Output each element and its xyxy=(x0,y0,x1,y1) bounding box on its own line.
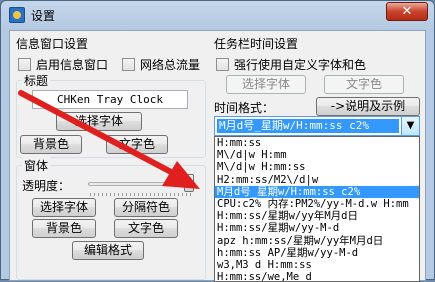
transparency-slider-track[interactable] xyxy=(88,182,196,186)
transparency-slider-ticks xyxy=(90,193,194,196)
taskbar-text-color-button[interactable]: 文字色 xyxy=(324,75,404,94)
force-custom-font-checkbox[interactable] xyxy=(216,58,229,71)
time-format-option[interactable]: H2:mm:ss/M2\/d|w xyxy=(215,174,419,186)
help-examples-button[interactable]: ->说明及示例 xyxy=(316,97,420,116)
transparency-slider-thumb[interactable] xyxy=(184,174,194,192)
separator-color-button[interactable]: 分隔符色 xyxy=(114,198,178,217)
taskbar-group-label: 任务栏时间设置 xyxy=(214,37,299,51)
info-window-group-label: 信息窗口设置 xyxy=(16,37,89,51)
time-format-option[interactable]: H:mm:ss xyxy=(215,137,419,149)
info-text-color-button[interactable]: 文字色 xyxy=(106,135,168,154)
time-format-option[interactable]: w3,M3 d H:mm:ss xyxy=(215,259,419,271)
network-total-label: 网络总流量 xyxy=(140,58,201,72)
time-format-option[interactable]: H:mm:ss/星期w/yy年M月d日 xyxy=(215,210,419,222)
time-format-option[interactable]: H:mm:ss/we,Me d xyxy=(215,271,419,281)
settings-panel: 信息窗口设置 启用信息窗口 网络总流量 标题 CHKen Tray Clock … xyxy=(9,30,426,282)
transparency-label: 透明度： xyxy=(22,179,71,193)
chevron-down-icon[interactable]: ▼ xyxy=(401,117,419,135)
time-format-option[interactable]: h:mm:ss AP/星期w/yy-M-d xyxy=(215,247,419,259)
time-format-combobox[interactable]: M月d号_星期w/H:mm:ss c2% ▼ xyxy=(214,116,420,136)
time-format-selected: M月d号_星期w/H:mm:ss c2% xyxy=(217,119,399,133)
time-format-label: 时间格式： xyxy=(214,101,275,115)
form-bg-color-button[interactable]: 背景色 xyxy=(32,219,96,238)
info-bg-color-button[interactable]: 背景色 xyxy=(20,135,82,154)
close-button[interactable]: ✕ xyxy=(386,2,428,21)
time-format-option[interactable]: M\/d|w H:mm xyxy=(215,149,419,161)
title-text-field[interactable]: CHKen Tray Clock xyxy=(32,90,188,109)
time-format-option[interactable]: CPU:c2% 内存:PM2%/yy-M-d.w H:mm xyxy=(215,198,419,210)
form-text-color-button[interactable]: 文字色 xyxy=(114,219,178,238)
network-total-checkbox[interactable] xyxy=(122,58,135,71)
time-format-option[interactable]: M\/d|w H:mm:ss xyxy=(215,161,419,173)
time-format-option[interactable]: apz h:mm:ss/星期w/yy年M月d日 xyxy=(215,235,419,247)
enable-info-window-checkbox[interactable] xyxy=(18,58,31,71)
window-title: 设置 xyxy=(31,9,56,23)
time-format-option[interactable]: H:mm:ss/星期w/yy-M-d xyxy=(215,222,419,234)
time-format-dropdown-list[interactable]: H:mm:ss M\/d|w H:mm M\/d|w H:mm:ss H2:mm:ss… xyxy=(214,136,420,282)
title-bar: 设置 ✕ xyxy=(1,1,434,29)
taskbar-select-font-button[interactable]: 选择字体 xyxy=(226,75,306,94)
close-icon: ✕ xyxy=(401,4,413,19)
title-group-label: 标题 xyxy=(22,72,51,89)
info-select-font-button[interactable]: 选择字体 xyxy=(56,112,142,131)
form-select-font-button[interactable]: 选择字体 xyxy=(32,198,96,217)
force-custom-font-label: 强行使用自定义字体和色 xyxy=(234,58,367,72)
app-icon xyxy=(9,7,25,23)
time-format-option[interactable]: M月d号_星期w/H:mm:ss c2% xyxy=(215,185,419,198)
enable-info-window-label: 启用信息窗口 xyxy=(36,58,109,72)
edit-format-button[interactable]: 编辑格式 xyxy=(72,241,144,260)
form-group-label: 窗体 xyxy=(22,157,51,174)
settings-window: 设置 ✕ 信息窗口设置 启用信息窗口 网络总流量 标题 CHKen Tray C… xyxy=(0,0,435,282)
